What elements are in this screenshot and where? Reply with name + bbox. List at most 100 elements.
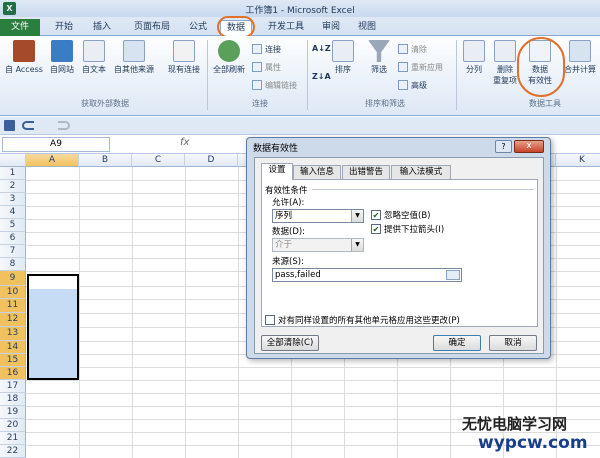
highlight-circle-data-validation [517, 37, 565, 97]
apply-all-checkbox[interactable] [265, 315, 275, 325]
from-text-label: 自文本 [82, 65, 106, 74]
remove-duplicates-label-2: 重复项 [493, 76, 517, 85]
row-header[interactable]: 19 [0, 406, 26, 419]
row-header[interactable]: 16 [0, 367, 26, 380]
remove-duplicates-icon [494, 40, 516, 62]
clear-filter-button[interactable]: 清除 [398, 44, 427, 55]
tab-insert[interactable]: 插入 [88, 20, 116, 36]
source-input[interactable]: pass,failed [272, 268, 462, 282]
sort-a-z-button[interactable]: A↓Z [312, 44, 331, 53]
tab-input-message[interactable]: 输入信息 [293, 165, 341, 179]
reapply-button[interactable]: 重新应用 [398, 62, 443, 73]
column-header[interactable]: K [556, 154, 600, 167]
tab-settings[interactable]: 设置 [261, 163, 293, 180]
clear-all-button[interactable]: 全部清除(C) [261, 335, 319, 351]
data-select[interactable]: 介于 ▼ [272, 238, 364, 252]
row-header[interactable]: 2 [0, 180, 26, 193]
text-to-columns-button[interactable]: 分列 [460, 40, 488, 75]
row-header[interactable]: 3 [0, 193, 26, 206]
undo-icon[interactable] [22, 121, 34, 130]
allow-label: 允许(A): [272, 198, 305, 208]
tab-developer[interactable]: 开发工具 [262, 20, 310, 36]
chevron-down-icon[interactable]: ▼ [351, 210, 363, 222]
row-header[interactable]: 7 [0, 245, 26, 258]
tab-page-layout[interactable]: 页面布局 [128, 20, 176, 36]
tab-error-alert[interactable]: 出错警告 [342, 165, 390, 179]
access-icon [13, 40, 35, 62]
edit-links-button[interactable]: 编辑链接 [252, 80, 297, 91]
column-header[interactable]: A [26, 154, 79, 167]
row-header[interactable]: 18 [0, 393, 26, 406]
help-button[interactable]: ? [495, 140, 512, 153]
row-header[interactable]: 9 [0, 271, 26, 286]
row-header[interactable]: 15 [0, 354, 26, 367]
redo-icon[interactable] [58, 121, 70, 130]
row-header[interactable]: 4 [0, 206, 26, 219]
row-header[interactable]: 8 [0, 258, 26, 271]
filter-button[interactable]: 筛选 [366, 40, 392, 75]
settings-panel: 有效性条件 允许(A): 序列 ▼ ✔ 忽略空值(B) ✔ 提供下拉箭头(I) … [261, 179, 538, 327]
row-header[interactable]: 12 [0, 313, 26, 327]
row-header[interactable]: 21 [0, 432, 26, 445]
connections-icon [252, 44, 262, 54]
row-header[interactable]: 11 [0, 299, 26, 313]
sort-label: 排序 [335, 65, 351, 74]
row-header[interactable]: 14 [0, 341, 26, 354]
gridline [26, 406, 600, 407]
from-access-button[interactable]: 自 Access [2, 40, 46, 75]
properties-button[interactable]: 属性 [252, 62, 281, 73]
from-other-sources-label: 自其他来源 [114, 65, 154, 74]
tab-formulas[interactable]: 公式 [184, 20, 212, 36]
tab-review[interactable]: 审阅 [318, 20, 344, 36]
in-cell-dropdown-checkbox[interactable]: ✔ [371, 224, 381, 234]
tab-file[interactable]: 文件 [0, 19, 40, 36]
ignore-blank-label: 忽略空值(B) [384, 211, 431, 221]
group-label-connections: 连接 [252, 99, 268, 108]
active-cell[interactable] [27, 274, 79, 289]
from-other-sources-button[interactable]: 自其他来源 [110, 40, 158, 75]
cancel-button[interactable]: 取消 [489, 335, 537, 351]
from-text-button[interactable]: 自文本 [78, 40, 110, 75]
chevron-down-icon[interactable]: ▼ [351, 239, 363, 251]
row-header[interactable]: 13 [0, 327, 26, 341]
ok-button[interactable]: 确定 [433, 335, 481, 351]
connections-button[interactable]: 连接 [252, 44, 281, 55]
row-header[interactable]: 17 [0, 380, 26, 393]
name-box[interactable]: A9 [2, 137, 110, 152]
existing-connections-button[interactable]: 现有连接 [162, 40, 206, 75]
sort-z-a-button[interactable]: Z↓A [312, 72, 331, 81]
refresh-all-button[interactable]: 全部刷新 [209, 40, 249, 75]
close-button[interactable]: x [514, 140, 544, 153]
source-label: 来源(S): [272, 257, 304, 267]
range-picker-icon[interactable] [446, 270, 460, 280]
validation-criteria-label: 有效性条件 [265, 186, 308, 196]
in-cell-dropdown-label: 提供下拉箭头(I) [384, 225, 445, 235]
watermark-text: 无忧电脑学习网 [462, 415, 568, 433]
row-header[interactable]: 6 [0, 232, 26, 245]
selected-range[interactable] [27, 274, 79, 380]
consolidate-button[interactable]: 合并计算 [560, 40, 600, 75]
column-header[interactable]: D [185, 154, 238, 167]
ignore-blank-checkbox[interactable]: ✔ [371, 210, 381, 220]
reapply-icon [398, 62, 408, 72]
save-icon[interactable] [4, 120, 15, 131]
fx-icon[interactable]: fx [180, 137, 189, 148]
advanced-filter-button[interactable]: 高级 [398, 80, 427, 91]
tab-ime-mode[interactable]: 输入法模式 [391, 165, 451, 179]
from-web-button[interactable]: 自网站 [46, 40, 78, 75]
ribbon-tabs: 文件 开始 插入 页面布局 公式 数据 开发工具 审阅 视图 [0, 17, 600, 36]
column-header[interactable]: C [132, 154, 185, 167]
row-header[interactable]: 5 [0, 219, 26, 232]
row-header[interactable]: 1 [0, 167, 26, 180]
row-header[interactable]: 22 [0, 445, 26, 458]
tab-home[interactable]: 开始 [50, 20, 78, 36]
remove-duplicates-button[interactable]: 删除 重复项 [490, 40, 520, 86]
sort-button[interactable]: 排序 [330, 40, 356, 75]
column-header[interactable]: B [79, 154, 132, 167]
tab-view[interactable]: 视图 [354, 20, 380, 36]
gridline [26, 393, 600, 394]
allow-select[interactable]: 序列 ▼ [272, 209, 364, 223]
select-all-corner[interactable] [0, 154, 26, 167]
row-header[interactable]: 10 [0, 286, 26, 299]
row-header[interactable]: 20 [0, 419, 26, 432]
